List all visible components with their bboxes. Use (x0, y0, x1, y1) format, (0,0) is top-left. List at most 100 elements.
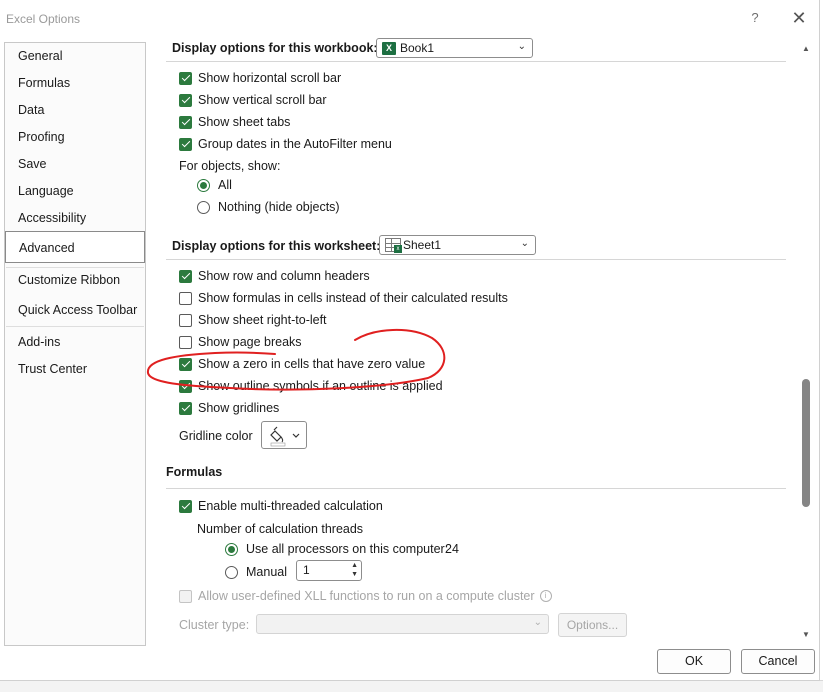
checkbox-checked[interactable] (179, 379, 192, 393)
cluster-type-select[interactable]: ⌄ (256, 614, 549, 634)
option-xll-cluster[interactable]: Allow user-defined XLL functions to run … (179, 587, 552, 605)
chevron-down-icon: ⌄ (520, 238, 529, 249)
chevron-down-icon: ⌄ (533, 617, 542, 628)
close-button[interactable]: ✕ (788, 8, 810, 28)
option-label: Show horizontal scroll bar (198, 71, 342, 85)
radio-label: Nothing (hide objects) (218, 200, 340, 214)
checkbox-checked[interactable] (179, 357, 192, 371)
option-label: Show outline symbols if an outline is ap… (198, 379, 443, 393)
option-label: Show page breaks (198, 335, 302, 349)
advanced-options-panel: Display options for this workbook: X Boo… (150, 38, 798, 648)
checkbox-checked[interactable] (179, 71, 192, 85)
option-label: Show a zero in cells that have zero valu… (198, 357, 426, 371)
excel-options-dialog: Excel Options ? ✕ General Formulas Data … (0, 0, 820, 681)
option-label: Show row and column headers (198, 269, 370, 283)
scroll-down-arrow[interactable]: ▼ (800, 630, 812, 640)
worksheet-icon: x (385, 238, 402, 253)
option-row-column-headers[interactable]: Show row and column headers (179, 267, 370, 285)
processor-count: 24 (445, 542, 459, 556)
sidebar-item-data[interactable]: Data (5, 98, 145, 122)
paint-bucket-icon (270, 426, 300, 447)
option-label: Show formulas in cells instead of their … (198, 291, 508, 305)
workbook-select[interactable]: X Book1 ⌄ (376, 38, 533, 58)
checkbox-unchecked[interactable] (179, 313, 192, 327)
option-gridlines[interactable]: Show gridlines (179, 399, 279, 417)
radio-unselected[interactable] (225, 565, 238, 579)
sidebar-divider (6, 326, 144, 327)
sidebar-item-language[interactable]: Language (5, 179, 145, 203)
objects-nothing-radio[interactable]: Nothing (hide objects) (197, 198, 340, 216)
sidebar-item-formulas[interactable]: Formulas (5, 71, 145, 95)
sidebar-item-customize-ribbon[interactable]: Customize Ribbon (5, 268, 145, 292)
sidebar-item-advanced[interactable]: Advanced (5, 231, 145, 263)
radio-label: All (218, 178, 232, 192)
chevron-down-icon: ⌄ (517, 41, 526, 52)
worksheet-select[interactable]: x Sheet1 ⌄ (379, 235, 536, 255)
option-right-to-left[interactable]: Show sheet right-to-left (179, 311, 327, 329)
title-bar: Excel Options ? ✕ (0, 0, 820, 38)
option-outline-symbols[interactable]: Show outline symbols if an outline is ap… (179, 377, 443, 395)
worksheet-select-value: Sheet1 (403, 238, 442, 252)
option-label: Show gridlines (198, 401, 280, 415)
scroll-up-arrow[interactable]: ▲ (800, 44, 812, 54)
sidebar-item-save[interactable]: Save (5, 152, 145, 176)
checkbox-checked[interactable] (179, 401, 192, 415)
manual-threads-radio[interactable]: Manual (225, 563, 287, 581)
radio-unselected[interactable] (197, 200, 210, 214)
option-label: Show sheet tabs (198, 115, 291, 129)
excel-workbook-icon: X (382, 41, 396, 55)
stepper-down-icon[interactable]: ▼ (351, 571, 358, 579)
sidebar-item-accessibility[interactable]: Accessibility (5, 206, 145, 230)
sidebar-item-trust-center[interactable]: Trust Center (5, 357, 145, 381)
checkbox-checked[interactable] (179, 115, 192, 129)
background-spreadsheet (0, 680, 823, 692)
checkbox-checked[interactable] (179, 269, 192, 283)
checkbox-unchecked[interactable] (179, 335, 192, 349)
option-sheet-tabs[interactable]: Show sheet tabs (179, 113, 290, 131)
radio-selected[interactable] (225, 542, 238, 556)
sidebar: General Formulas Data Proofing Save Lang… (4, 42, 146, 646)
section-divider (166, 61, 786, 62)
section-divider (166, 259, 786, 260)
checkbox-unchecked[interactable] (179, 291, 192, 305)
cluster-type-label: Cluster type: (179, 618, 250, 632)
option-group-dates[interactable]: Group dates in the AutoFilter menu (179, 135, 392, 153)
dialog-title: Excel Options (6, 12, 81, 26)
radio-selected[interactable] (197, 178, 210, 192)
cluster-options-button[interactable]: Options... (558, 613, 627, 637)
sidebar-item-general[interactable]: General (5, 44, 145, 68)
sidebar-item-quick-access-toolbar[interactable]: Quick Access Toolbar (5, 298, 145, 322)
option-label: Show vertical scroll bar (198, 93, 327, 107)
option-label: Allow user-defined XLL functions to run … (198, 589, 535, 603)
checkbox-checked[interactable] (179, 93, 192, 107)
scrollbar-thumb[interactable] (802, 379, 810, 507)
option-show-zero-values[interactable]: Show a zero in cells that have zero valu… (179, 355, 425, 373)
objects-all-radio[interactable]: All (197, 176, 232, 194)
checkbox-checked[interactable] (179, 137, 192, 151)
option-vertical-scroll-bar[interactable]: Show vertical scroll bar (179, 91, 327, 109)
option-show-formulas[interactable]: Show formulas in cells instead of their … (179, 289, 508, 307)
threads-stepper-value: 1 (303, 563, 310, 577)
section-divider (166, 488, 786, 489)
stepper-up-icon[interactable]: ▲ (351, 562, 358, 570)
sidebar-item-add-ins[interactable]: Add-ins (5, 330, 145, 354)
option-horizontal-scroll-bar[interactable]: Show horizontal scroll bar (179, 69, 341, 87)
option-page-breaks[interactable]: Show page breaks (179, 333, 302, 351)
sidebar-item-proofing[interactable]: Proofing (5, 125, 145, 149)
formulas-section-heading: Formulas (166, 465, 223, 479)
gridline-color-picker[interactable] (261, 421, 307, 449)
workbook-section-heading: Display options for this workbook: (172, 41, 378, 55)
cancel-button[interactable]: Cancel (741, 649, 815, 674)
option-label: Show sheet right-to-left (198, 313, 327, 327)
option-label: Enable multi-threaded calculation (198, 499, 383, 513)
threads-stepper[interactable]: 1 ▲ ▼ (296, 560, 362, 581)
checkbox-checked[interactable] (179, 499, 192, 513)
radio-label: Use all processors on this computer: (246, 542, 449, 556)
checkbox-disabled[interactable] (179, 589, 192, 603)
ok-button[interactable]: OK (657, 649, 731, 674)
worksheet-section-heading: Display options for this worksheet: (172, 239, 381, 253)
option-multi-threaded[interactable]: Enable multi-threaded calculation (179, 497, 383, 515)
help-button[interactable]: ? (746, 9, 764, 27)
use-all-processors-radio[interactable]: Use all processors on this computer: (225, 540, 448, 558)
threads-label: Number of calculation threads (197, 522, 364, 536)
